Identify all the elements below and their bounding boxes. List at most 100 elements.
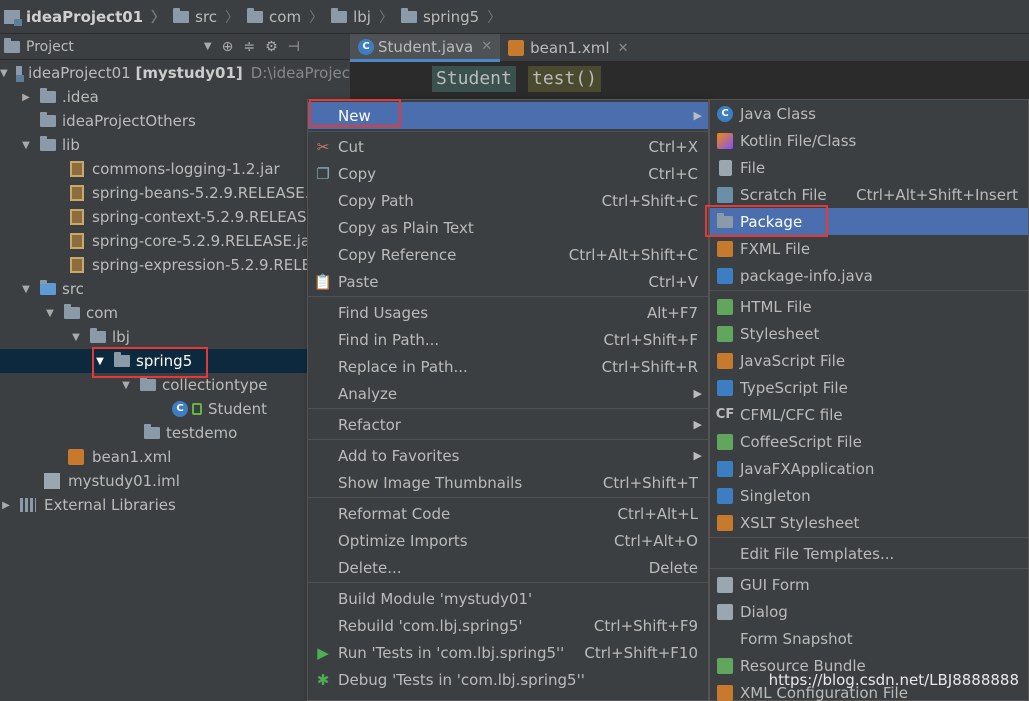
tree-item-collectiontype[interactable]: ▼ collectiontype: [0, 373, 350, 397]
menu-separator: [308, 439, 708, 440]
collapse-all-icon[interactable]: ≑: [243, 39, 255, 55]
submenu-item-cfml[interactable]: CF CFML/CFC file: [710, 401, 1028, 428]
menu-item-cut[interactable]: ✂ Cut Ctrl+X: [308, 133, 708, 160]
chevron-down-icon[interactable]: ▼: [0, 68, 8, 79]
submenu-item-coffeescript[interactable]: CoffeeScript File: [710, 428, 1028, 455]
menu-item-refactor[interactable]: Refactor ▶: [308, 411, 708, 438]
menu-item-debug-tests[interactable]: ✱ Debug 'Tests in 'com.lbj.spring5'': [308, 666, 708, 693]
hide-icon[interactable]: ⊣: [288, 39, 300, 55]
menu-item-optimize-imports[interactable]: Optimize Imports Ctrl+Alt+O: [308, 527, 708, 554]
iml-file-icon: [44, 473, 60, 489]
submenu-item-javascript[interactable]: JavaScript File: [710, 347, 1028, 374]
breadcrumb-lbj[interactable]: lbj 〉: [331, 7, 393, 27]
tree-item-src[interactable]: ▼ src: [0, 277, 350, 301]
tree-item-others[interactable]: ideaProjectOthers: [0, 109, 350, 133]
menu-item-reformat-code[interactable]: Reformat Code Ctrl+Alt+L: [308, 500, 708, 527]
menu-item-find-usages[interactable]: Find Usages Alt+F7: [308, 299, 708, 326]
submenu-item-file[interactable]: File: [710, 154, 1028, 181]
gear-icon[interactable]: ⚙: [265, 39, 278, 55]
menu-item-add-to-favorites[interactable]: Add to Favorites ▶: [308, 442, 708, 469]
chevron-down-icon[interactable]: ▼: [44, 308, 56, 319]
close-icon[interactable]: ✕: [481, 39, 492, 54]
project-view-title[interactable]: Project: [26, 39, 74, 55]
breadcrumb-com[interactable]: com 〉: [247, 7, 323, 27]
submenu-item-xslt[interactable]: XSLT Stylesheet: [710, 509, 1028, 536]
breadcrumb-spring5[interactable]: spring5 〉: [400, 7, 501, 27]
submenu-item-edit-templates[interactable]: Edit File Templates...: [710, 540, 1028, 567]
menu-item-find-in-path[interactable]: Find in Path... Ctrl+Shift+F: [308, 326, 708, 353]
menu-item-copy-path[interactable]: Copy Path Ctrl+Shift+C: [308, 187, 708, 214]
chevron-down-icon[interactable]: ▼: [20, 284, 32, 295]
folder-icon: [247, 7, 264, 23]
submenu-item-scratch[interactable]: Scratch File Ctrl+Alt+Shift+Insert: [710, 181, 1028, 208]
tree-item-jar[interactable]: commons-logging-1.2.jar: [0, 157, 350, 181]
submenu-item-java-class[interactable]: C Java Class: [710, 100, 1028, 127]
editor-breadcrumb-class[interactable]: Student: [432, 66, 516, 92]
tree-item-jar[interactable]: spring-core-5.2.9.RELEASE.jar: [0, 229, 350, 253]
menu-item-paste[interactable]: 📋 Paste Ctrl+V: [308, 268, 708, 295]
submenu-item-kotlin[interactable]: Kotlin File/Class: [710, 127, 1028, 154]
chevron-right-icon[interactable]: ▶: [20, 92, 32, 103]
menu-item-analyze[interactable]: Analyze ▶: [308, 380, 708, 407]
menu-item-copy-reference[interactable]: Copy Reference Ctrl+Alt+Shift+C: [308, 241, 708, 268]
tree-item-jar[interactable]: spring-beans-5.2.9.RELEASE.ja: [0, 181, 350, 205]
menu-item-show-thumbnails[interactable]: Show Image Thumbnails Ctrl+Shift+T: [308, 469, 708, 496]
menu-item-copy-plain[interactable]: Copy as Plain Text: [308, 214, 708, 241]
chevron-right-icon[interactable]: ▶: [0, 500, 12, 511]
menu-item-rebuild[interactable]: Rebuild 'com.lbj.spring5' Ctrl+Shift+F9: [308, 612, 708, 639]
tree-item-spring5[interactable]: ▼ spring5: [0, 349, 350, 373]
submenu-item-package-info[interactable]: package-info.java: [710, 262, 1028, 289]
submenu-item-form-snapshot[interactable]: Form Snapshot: [710, 625, 1028, 652]
tree-item-com[interactable]: ▼ com: [0, 301, 350, 325]
chevron-down-icon[interactable]: ▼: [120, 380, 132, 391]
breadcrumb-src[interactable]: src 〉: [173, 7, 239, 27]
package-icon: [144, 424, 160, 439]
menu-separator: [710, 537, 1028, 538]
submenu-item-gui-form[interactable]: GUI Form: [710, 571, 1028, 598]
tree-item-lib[interactable]: ▼ lib: [0, 133, 350, 157]
gui-form-icon: [717, 576, 733, 593]
tree-item-testdemo[interactable]: testdemo: [0, 421, 350, 445]
menu-item-copy[interactable]: ❐ Copy Ctrl+C: [308, 160, 708, 187]
menu-item-build-module[interactable]: Build Module 'mystudy01': [308, 585, 708, 612]
tree-item-bean[interactable]: bean1.xml: [0, 445, 350, 469]
submenu-item-typescript[interactable]: TypeScript File: [710, 374, 1028, 401]
menu-item-run-tests[interactable]: ▶ Run 'Tests in 'com.lbj.spring5'' Ctrl+Sh…: [308, 639, 708, 666]
context-menu: New ▶ ✂ Cut Ctrl+X ❐ Copy Ctrl+C Copy Path Ctr…: [307, 99, 709, 701]
chevron-down-icon[interactable]: ▼: [20, 140, 32, 151]
tree-item-root[interactable]: ▼ ideaProject01 [mystudy01] D:\ideaProje…: [0, 61, 350, 85]
tree-item-external-libraries[interactable]: ▶ External Libraries: [0, 493, 350, 517]
submenu-item-javafx[interactable]: JavaFXApplication: [710, 455, 1028, 482]
submenu-item-package[interactable]: Package: [710, 208, 1028, 235]
chevron-down-icon[interactable]: ▼: [70, 332, 82, 343]
editor-breadcrumb-method[interactable]: test(): [528, 66, 602, 92]
submenu-item-singleton[interactable]: Singleton: [710, 482, 1028, 509]
tab-bean1-xml[interactable]: bean1.xml ✕: [500, 34, 636, 62]
close-icon[interactable]: ✕: [618, 41, 629, 56]
dialog-icon: [717, 603, 733, 620]
tree-item-lbj[interactable]: ▼ lbj: [0, 325, 350, 349]
menu-item-new[interactable]: New ▶: [308, 102, 708, 129]
tree-item-jar[interactable]: spring-expression-5.2.9.RELEA: [0, 253, 350, 277]
editor-tabs: C Student.java ✕ bean1.xml ✕: [350, 34, 1029, 62]
tab-student-java[interactable]: C Student.java ✕: [350, 34, 501, 62]
folder-icon: [40, 112, 56, 127]
tree-item-student[interactable]: C Student: [0, 397, 350, 421]
chevron-down-icon[interactable]: ▼: [204, 41, 212, 52]
libraries-icon: [20, 498, 36, 512]
submenu-item-html[interactable]: HTML File: [710, 293, 1028, 320]
tree-item-jar[interactable]: spring-context-5.2.9.RELEASE: [0, 205, 350, 229]
submenu-item-stylesheet[interactable]: Stylesheet: [710, 320, 1028, 347]
submenu-arrow-icon: ▶: [693, 109, 702, 122]
tree-item-iml[interactable]: mystudy01.iml: [0, 469, 350, 493]
chevron-down-icon[interactable]: ▼: [94, 356, 106, 367]
menu-item-replace-in-path[interactable]: Replace in Path... Ctrl+Shift+R: [308, 353, 708, 380]
clipboard-icon: 📋: [313, 272, 333, 291]
breadcrumb-project[interactable]: ideaProject01 〉: [4, 7, 165, 27]
submenu-item-fxml[interactable]: FXML File: [710, 235, 1028, 262]
tree-item-idea[interactable]: ▶ .idea: [0, 85, 350, 109]
submenu-item-dialog[interactable]: Dialog: [710, 598, 1028, 625]
spring-xml-icon: [68, 449, 84, 465]
locate-icon[interactable]: ⊕: [222, 39, 234, 55]
menu-item-delete[interactable]: Delete... Delete: [308, 554, 708, 581]
